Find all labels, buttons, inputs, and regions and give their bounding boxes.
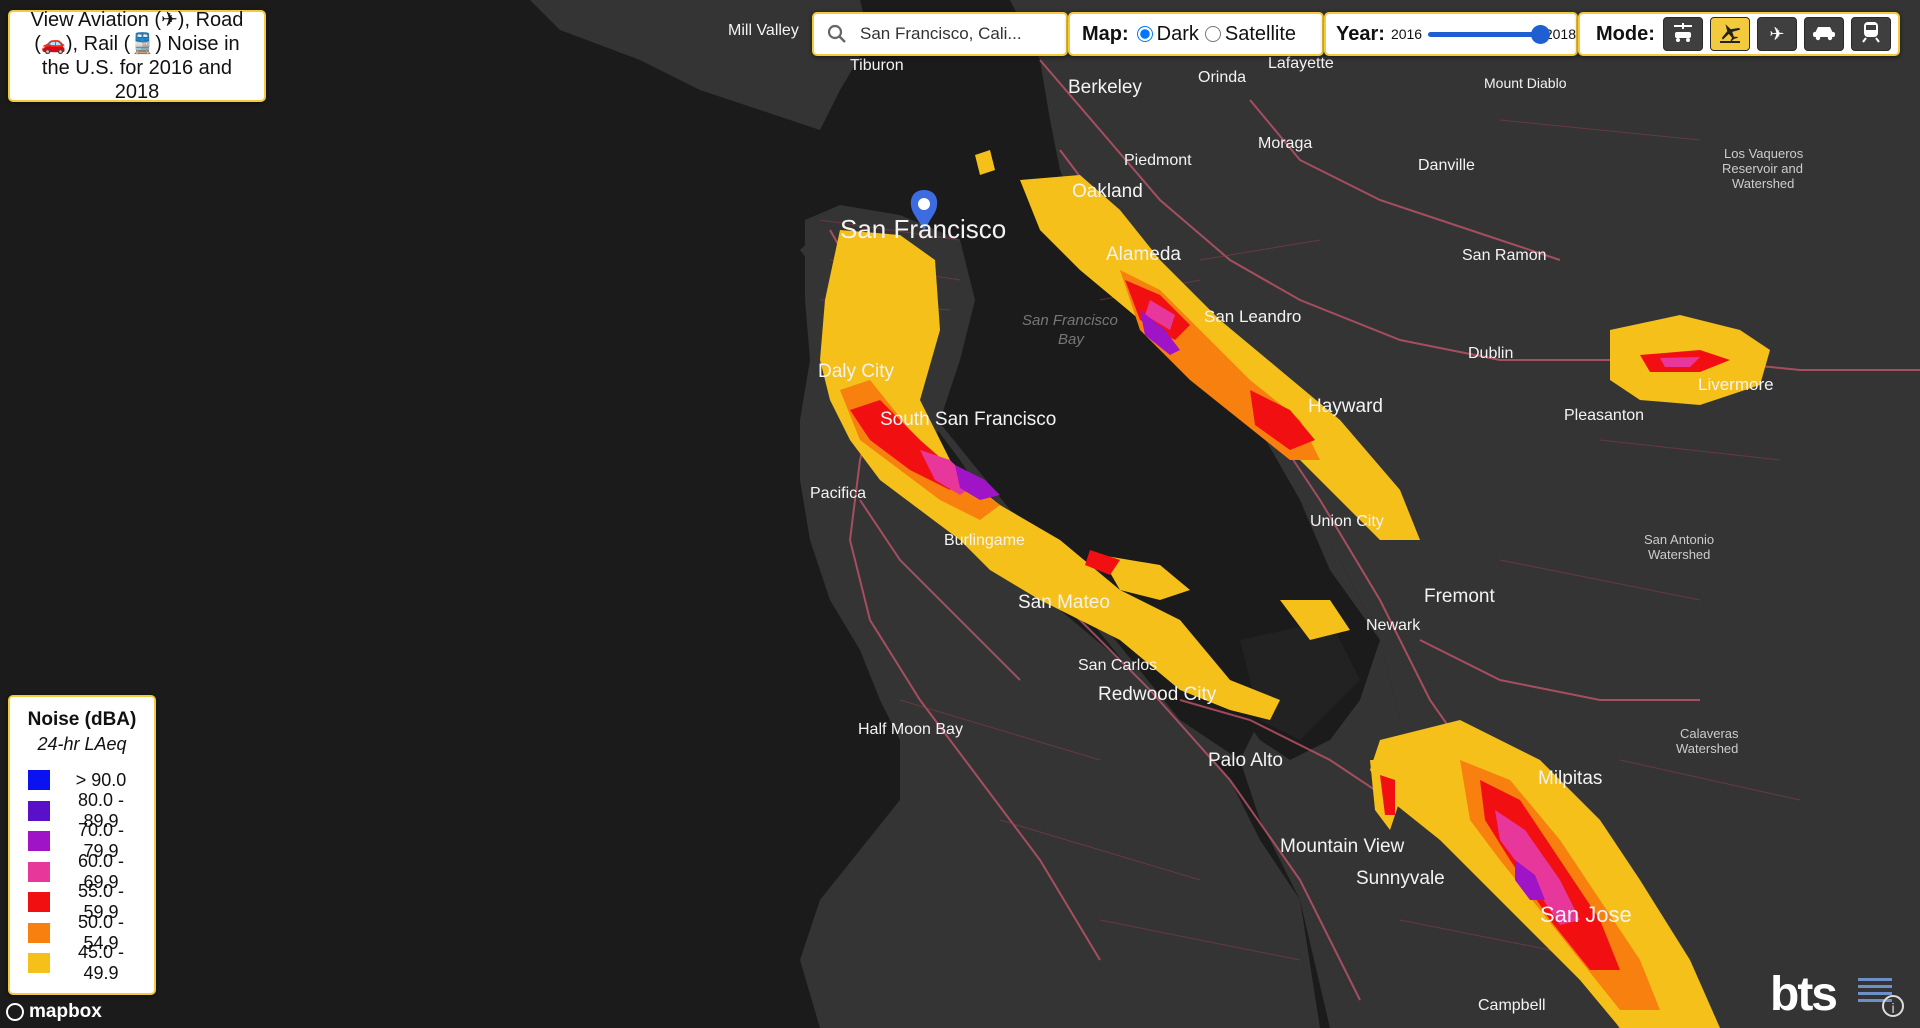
label-oakland: Oakland	[1072, 181, 1143, 202]
mapbox-logo-text: mapbox	[29, 1001, 102, 1022]
aviation-highlight-icon	[1717, 21, 1743, 48]
legend-label: > 90.0	[75, 769, 127, 790]
search-input[interactable]	[858, 23, 1042, 45]
label-los-vaqueros-3: Watershed	[1732, 176, 1794, 191]
year-label: Year:	[1336, 22, 1385, 45]
bts-logo-text: bts	[1770, 968, 1838, 1021]
label-san-ramon: San Ramon	[1462, 247, 1547, 264]
label-san-leandro: San Leandro	[1204, 307, 1301, 326]
label-mount-diablo: Mount Diablo	[1484, 75, 1567, 91]
label-berkeley: Berkeley	[1068, 77, 1142, 98]
noise-legend: Noise (dBA) 24-hr LAeq > 90.0 80.0 - 89.…	[8, 695, 156, 995]
label-sunnyvale: Sunnyvale	[1356, 868, 1445, 889]
mode-rail-button[interactable]	[1850, 17, 1891, 51]
legend-label: 45.0 - 49.9	[77, 942, 125, 984]
mode-road-button[interactable]	[1803, 17, 1844, 51]
label-calaveras-1: Calaveras	[1680, 726, 1739, 741]
label-bay: San Francisco	[1022, 312, 1118, 329]
legend-swatch	[28, 892, 50, 913]
noise-map[interactable]: San Francisco Oakland Berkeley Alameda D…	[0, 0, 1920, 1028]
label-lafayette: Lafayette	[1268, 55, 1334, 72]
label-san-antonio-2: Watershed	[1648, 547, 1710, 562]
info-icon: i	[1891, 1000, 1895, 1016]
map-style-label: Map:	[1082, 22, 1129, 45]
page-title: View Aviation (✈), Road (🚗), Rail (🚆) No…	[30, 9, 244, 103]
label-los-vaqueros-1: Los Vaqueros	[1724, 146, 1804, 161]
label-mill-valley: Mill Valley	[728, 22, 799, 39]
road-icon	[1811, 23, 1837, 46]
bts-logo[interactable]: bts	[1770, 968, 1892, 1021]
mode-panel: Mode: ✈	[1578, 12, 1900, 56]
label-san-carlos: San Carlos	[1078, 657, 1157, 674]
label-los-vaqueros-2: Reservoir and	[1722, 161, 1803, 176]
label-alameda: Alameda	[1106, 244, 1181, 265]
map-style-panel: Map: Dark Satellite	[1068, 12, 1324, 56]
label-san-antonio-1: San Antonio	[1644, 532, 1714, 547]
mapbox-logo[interactable]: mapbox	[6, 1000, 102, 1024]
legend-swatch	[28, 953, 50, 974]
label-fremont: Fremont	[1424, 586, 1495, 607]
legend-swatch	[28, 770, 50, 791]
map-style-satellite-label: Satellite	[1224, 22, 1297, 45]
label-piedmont: Piedmont	[1124, 152, 1192, 169]
label-hayward: Hayward	[1308, 396, 1383, 417]
legend-swatch	[28, 922, 50, 943]
aviation-icon: ✈	[1769, 23, 1785, 44]
map-style-dark-option[interactable]: Dark	[1136, 22, 1199, 46]
label-livermore: Livermore	[1698, 375, 1774, 394]
label-danville: Danville	[1418, 157, 1475, 174]
legend-swatch	[28, 831, 50, 852]
year-slider-thumb[interactable]	[1531, 25, 1551, 44]
rail-icon	[1861, 21, 1881, 48]
label-pacifica: Pacifica	[810, 485, 866, 502]
year-slider[interactable]	[1428, 24, 1551, 44]
info-button[interactable]: i	[1882, 995, 1904, 1017]
mapbox-logo-icon	[6, 1003, 24, 1021]
legend-swatch	[28, 861, 50, 882]
label-redwood-city: Redwood City	[1098, 684, 1217, 705]
label-tiburon: Tiburon	[850, 57, 904, 74]
map-style-satellite-option[interactable]: Satellite	[1204, 22, 1297, 46]
label-bay-2: Bay	[1058, 331, 1085, 348]
label-calaveras-2: Watershed	[1676, 741, 1738, 756]
label-newark: Newark	[1366, 617, 1421, 634]
search-icon	[826, 23, 848, 45]
label-milpitas: Milpitas	[1538, 768, 1602, 789]
label-half-moon-bay: Half Moon Bay	[858, 721, 963, 738]
legend-subtitle: 24-hr LAeq	[37, 734, 127, 754]
mode-label: Mode:	[1596, 22, 1655, 45]
label-palo-alto: Palo Alto	[1208, 750, 1283, 771]
label-pleasanton: Pleasanton	[1564, 407, 1644, 424]
label-san-jose: San Jose	[1540, 902, 1632, 927]
title-box: View Aviation (✈), Road (🚗), Rail (🚆) No…	[8, 9, 266, 103]
label-union-city: Union City	[1310, 513, 1384, 530]
legend-title: Noise (dBA)	[27, 709, 137, 730]
label-san-francisco: San Francisco	[840, 214, 1006, 244]
label-dublin: Dublin	[1468, 345, 1513, 362]
label-moraga: Moraga	[1258, 135, 1312, 152]
label-orinda: Orinda	[1198, 69, 1246, 86]
legend-row: 45.0 - 49.9	[20, 942, 144, 983]
search-panel	[812, 12, 1068, 56]
year-slider-track	[1428, 32, 1539, 37]
all-modes-icon	[1670, 21, 1696, 48]
label-mountain-view: Mountain View	[1280, 836, 1405, 857]
year-min-label: 2016	[1390, 26, 1423, 42]
label-burlingame: Burlingame	[944, 532, 1025, 549]
label-san-mateo: San Mateo	[1018, 592, 1110, 613]
legend-swatch	[28, 800, 50, 821]
mode-all-button[interactable]	[1662, 17, 1703, 51]
mode-aviation-highlight-button[interactable]	[1709, 17, 1750, 51]
year-panel: Year: 2016 2018	[1324, 12, 1578, 56]
map-style-satellite-radio[interactable]	[1204, 26, 1221, 42]
label-campbell: Campbell	[1478, 997, 1546, 1014]
mode-aviation-button[interactable]: ✈	[1756, 17, 1797, 51]
label-daly-city: Daly City	[818, 361, 895, 382]
map-style-dark-radio[interactable]	[1136, 26, 1153, 42]
map-style-dark-label: Dark	[1156, 22, 1199, 45]
label-south-san-francisco: South San Francisco	[880, 409, 1056, 430]
